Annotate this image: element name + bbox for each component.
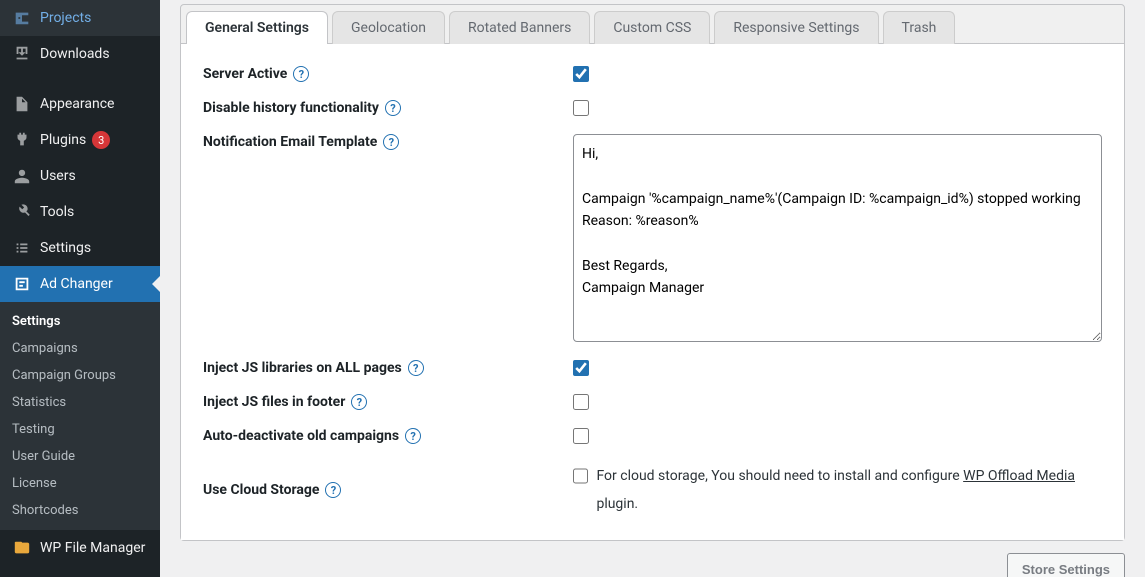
tab-general-settings[interactable]: General Settings bbox=[186, 11, 328, 44]
help-icon[interactable]: ? bbox=[293, 66, 309, 82]
file-manager-icon bbox=[12, 538, 32, 558]
sidebar-item-downloads[interactable]: Downloads bbox=[0, 36, 160, 72]
help-icon[interactable]: ? bbox=[385, 100, 401, 116]
cloud-link[interactable]: WP Offload Media bbox=[963, 468, 1075, 484]
sidebar-item-settings[interactable]: Settings bbox=[0, 230, 160, 266]
submenu-item-campaigns[interactable]: Campaigns bbox=[0, 335, 160, 362]
users-icon bbox=[12, 166, 32, 186]
sidebar-item-label: Ad Changer bbox=[40, 276, 113, 292]
plugins-badge: 3 bbox=[92, 131, 110, 149]
sidebar-item-label: WP File Manager bbox=[40, 540, 145, 556]
checkbox-disable-history[interactable] bbox=[573, 100, 589, 116]
label-email-template: Notification Email Template bbox=[203, 134, 377, 150]
admin-sidebar: Projects Downloads Appearance Plugins 3 … bbox=[0, 0, 160, 577]
row-cloud-storage: Use Cloud Storage ? For cloud storage, Y… bbox=[203, 462, 1102, 518]
sidebar-item-label: Appearance bbox=[40, 96, 114, 112]
settings-icon bbox=[12, 238, 32, 258]
label-server-active: Server Active bbox=[203, 66, 287, 82]
settings-tabs: General Settings Geolocation Rotated Ban… bbox=[181, 5, 1124, 43]
panel-footer: Store Settings bbox=[180, 553, 1125, 577]
sidebar-item-appearance[interactable]: Appearance bbox=[0, 86, 160, 122]
tab-rotated-banners[interactable]: Rotated Banners bbox=[449, 11, 590, 44]
row-server-active: Server Active ? bbox=[203, 66, 1102, 82]
textarea-email-template[interactable] bbox=[573, 134, 1102, 342]
help-icon[interactable]: ? bbox=[351, 394, 367, 410]
tab-geolocation[interactable]: Geolocation bbox=[332, 11, 445, 44]
submenu-item-license[interactable]: License bbox=[0, 470, 160, 497]
general-settings-panel: Server Active ? Disable history function… bbox=[181, 43, 1124, 540]
label-inject-all: Inject JS libraries on ALL pages bbox=[203, 360, 402, 376]
row-disable-history: Disable history functionality ? bbox=[203, 100, 1102, 116]
sidebar-item-label: Settings bbox=[40, 240, 91, 256]
tools-icon bbox=[12, 202, 32, 222]
sidebar-item-label: Downloads bbox=[40, 46, 110, 62]
sidebar-submenu: Settings Campaigns Campaign Groups Stati… bbox=[0, 302, 160, 530]
sidebar-item-label: Tools bbox=[40, 204, 74, 220]
downloads-icon bbox=[12, 44, 32, 64]
help-icon[interactable]: ? bbox=[405, 428, 421, 444]
help-icon[interactable]: ? bbox=[325, 482, 341, 498]
tab-custom-css[interactable]: Custom CSS bbox=[594, 11, 710, 44]
store-settings-button[interactable]: Store Settings bbox=[1007, 553, 1125, 577]
sidebar-item-projects[interactable]: Projects bbox=[0, 0, 160, 36]
plugins-icon bbox=[12, 130, 32, 150]
sidebar-item-plugins[interactable]: Plugins 3 bbox=[0, 122, 160, 158]
sidebar-item-label: Projects bbox=[40, 10, 91, 26]
label-auto-deactivate: Auto-deactivate old campaigns bbox=[203, 428, 399, 444]
submenu-item-testing[interactable]: Testing bbox=[0, 416, 160, 443]
submenu-item-campaign-groups[interactable]: Campaign Groups bbox=[0, 362, 160, 389]
cloud-desc-post: plugin. bbox=[596, 496, 638, 512]
checkbox-auto-deactivate[interactable] bbox=[573, 428, 589, 444]
tab-responsive-settings[interactable]: Responsive Settings bbox=[714, 11, 878, 44]
checkbox-server-active[interactable] bbox=[573, 66, 589, 82]
main-content: General Settings Geolocation Rotated Ban… bbox=[160, 0, 1145, 577]
submenu-item-settings[interactable]: Settings bbox=[0, 308, 160, 335]
checkbox-inject-footer[interactable] bbox=[573, 394, 589, 410]
checkbox-inject-all[interactable] bbox=[573, 360, 589, 376]
tab-trash[interactable]: Trash bbox=[883, 11, 956, 44]
sidebar-item-label: Users bbox=[40, 168, 76, 184]
ad-changer-icon bbox=[12, 274, 32, 294]
help-icon[interactable]: ? bbox=[383, 134, 399, 150]
sidebar-item-wp-file-manager[interactable]: WP File Manager bbox=[0, 530, 160, 566]
projects-icon bbox=[12, 8, 32, 28]
cloud-storage-description: For cloud storage, You should need to in… bbox=[573, 462, 1102, 518]
row-inject-all: Inject JS libraries on ALL pages ? bbox=[203, 360, 1102, 376]
row-email-template: Notification Email Template ? bbox=[203, 134, 1102, 342]
submenu-item-user-guide[interactable]: User Guide bbox=[0, 443, 160, 470]
help-icon[interactable]: ? bbox=[408, 360, 424, 376]
label-inject-footer: Inject JS files in footer bbox=[203, 394, 345, 410]
sidebar-item-tools[interactable]: Tools bbox=[0, 194, 160, 230]
submenu-item-statistics[interactable]: Statistics bbox=[0, 389, 160, 416]
sidebar-item-label: Plugins bbox=[40, 132, 86, 148]
row-inject-footer: Inject JS files in footer ? bbox=[203, 394, 1102, 410]
label-cloud-storage: Use Cloud Storage bbox=[203, 482, 319, 498]
appearance-icon bbox=[12, 94, 32, 114]
checkbox-cloud-storage[interactable] bbox=[573, 468, 588, 484]
cloud-desc-pre: For cloud storage, You should need to in… bbox=[596, 468, 963, 484]
row-auto-deactivate: Auto-deactivate old campaigns ? bbox=[203, 428, 1102, 444]
sidebar-item-users[interactable]: Users bbox=[0, 158, 160, 194]
sidebar-item-ad-changer[interactable]: Ad Changer bbox=[0, 266, 160, 302]
label-disable-history: Disable history functionality bbox=[203, 100, 379, 116]
submenu-item-shortcodes[interactable]: Shortcodes bbox=[0, 497, 160, 524]
